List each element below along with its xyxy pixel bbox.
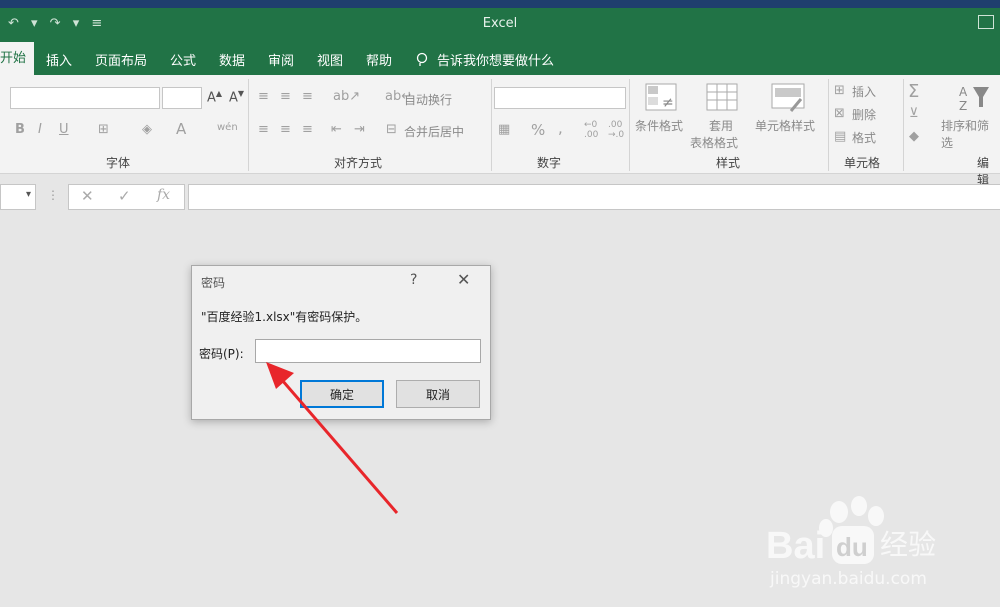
svg-text:jingyan.baidu.com: jingyan.baidu.com <box>769 569 927 589</box>
svg-text:du: du <box>836 532 868 562</box>
svg-text:经验: 经验 <box>880 528 936 561</box>
svg-text:Bai: Bai <box>766 525 825 567</box>
baidu-jingyan-watermark: Bai du 经验 jingyan.baidu.com <box>766 496 936 589</box>
